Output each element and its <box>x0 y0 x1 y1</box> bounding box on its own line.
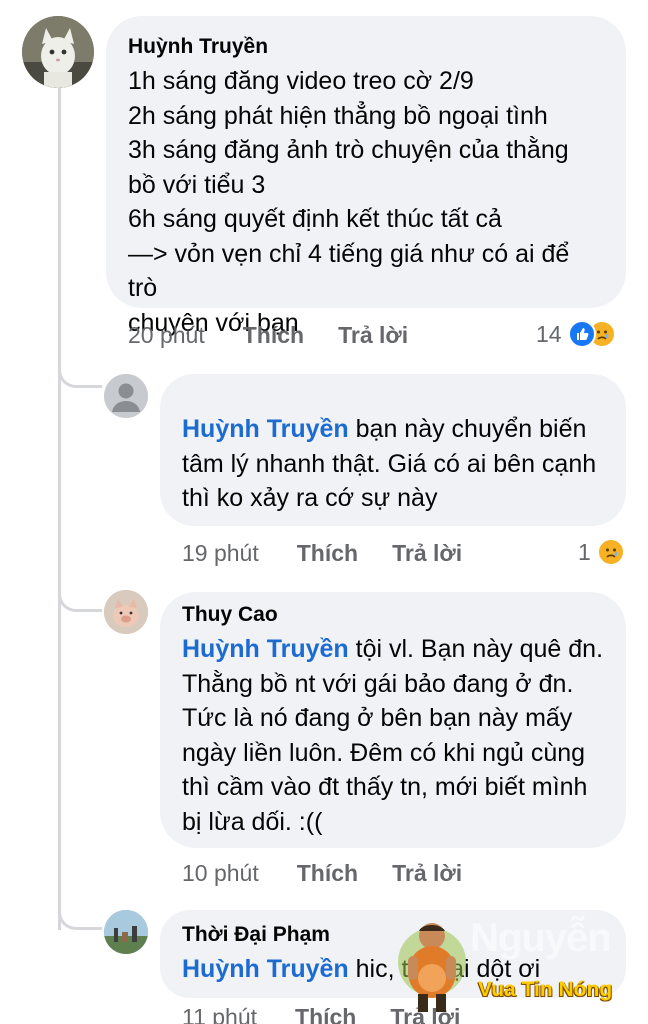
avatar[interactable] <box>104 590 148 634</box>
thread-line <box>58 88 61 930</box>
timestamp[interactable]: 10 phút <box>182 860 259 887</box>
timestamp[interactable]: 11 phút <box>182 1004 257 1024</box>
comment-actions: 10 phút Thích Trả lời <box>182 860 462 887</box>
reply-button[interactable]: Trả lời <box>392 860 462 887</box>
comment-line: 6h sáng quyết định kết thúc tất cả <box>128 205 502 233</box>
avatar[interactable] <box>104 910 148 954</box>
like-button[interactable]: Thích <box>297 540 358 567</box>
comment-line: 2h sáng phát hiện thẳng bồ ngoại tình <box>128 101 548 130</box>
comment-line: 3h sáng đăng ảnh trò chuyện của thằng <box>128 136 569 164</box>
comment-line: Huỳnh Truyền bạn này chuyển biến <box>182 412 604 447</box>
mention-link[interactable]: Huỳnh Truyền <box>182 415 349 443</box>
sad-reaction-icon <box>596 538 625 566</box>
comment-bubble: Huỳnh Truyền bạn này chuyển biến tâm lý … <box>160 374 626 526</box>
comment-author[interactable]: Thuy Cao <box>182 598 604 632</box>
like-reaction-icon <box>567 320 596 348</box>
landscape-avatar-icon <box>104 910 148 954</box>
reply-button[interactable]: Trả lời <box>392 540 462 567</box>
comment-line: thì cầm vào đt thấy tn, mới biết mình <box>182 773 588 801</box>
like-button[interactable]: Thích <box>243 322 304 349</box>
thread-elbow <box>58 366 102 388</box>
timestamp[interactable]: 19 phút <box>182 540 259 567</box>
reply-button[interactable]: Trả lời <box>338 322 408 349</box>
thread-elbow <box>58 908 102 930</box>
comment-line-rest: tội vl. Bạn này quê đn. <box>348 635 604 663</box>
cat-avatar-icon <box>22 16 94 88</box>
reaction-count: 14 <box>536 320 562 347</box>
comment-line: bị lừa dối. :(( <box>182 807 323 836</box>
reaction-count: 1 <box>578 538 591 565</box>
comment-actions: 19 phút Thích Trả lời <box>182 540 462 567</box>
comment-text: Huỳnh Truyền tội vl. Bạn này quê đn. Thằ… <box>182 632 604 839</box>
comment-line: ngày liền luôn. Đêm có khi ngủ cùng <box>182 738 586 767</box>
comment-line: Huỳnh Truyền tội vl. Bạn này quê đn. <box>182 632 604 667</box>
pig-avatar-icon <box>104 590 148 634</box>
comment-line: Thằng bồ nt với gái bảo đang ở đn. <box>182 669 574 698</box>
avatar[interactable] <box>22 16 94 88</box>
default-user-icon <box>104 374 148 418</box>
mascot-icon <box>398 923 466 1012</box>
comment-bubble: Huỳnh Truyền 1h sáng đăng video treo cờ … <box>106 16 626 337</box>
mention-link[interactable]: Huỳnh Truyền <box>182 955 349 983</box>
comment-thread: Huỳnh Truyền 1h sáng đăng video treo cờ … <box>0 0 648 1024</box>
mention-link[interactable]: Huỳnh Truyền <box>182 635 349 663</box>
comment-line: 1h sáng đăng video treo cờ 2/9 <box>128 67 474 95</box>
watermark-text: Vua Tin Nóng <box>478 978 613 1001</box>
comment-line: —> vỏn vẹn chỉ 4 tiếng giá như có ai để … <box>128 239 570 303</box>
reaction-summary[interactable]: 14 <box>536 320 616 348</box>
reaction-summary[interactable]: 1 <box>578 538 625 566</box>
like-button[interactable]: Thích <box>297 860 358 887</box>
comment-text: 1h sáng đăng video treo cờ 2/9 2h sáng p… <box>128 64 604 340</box>
watermark-name: Nguyễn <box>470 916 612 960</box>
comment-line: thì ko xảy ra cớ sự này <box>182 484 438 512</box>
comment-author[interactable]: Huỳnh Truyền <box>128 30 604 64</box>
like-button[interactable]: Thích <box>295 1004 356 1024</box>
comment-line-rest: bạn này chuyển biến <box>348 415 587 443</box>
watermark: Nguyễn Vua Tin Nóng <box>392 912 642 1024</box>
comment-line: tâm lý nhanh thật. Giá có ai bên cạnh <box>182 449 597 478</box>
comment-line: Tức là nó đang ở bên bạn này mấy <box>182 704 573 732</box>
comment-actions: 20 phút Thích Trả lời <box>128 322 408 349</box>
comment-text: Huỳnh Truyền bạn này chuyển biến tâm lý … <box>182 412 604 516</box>
comment-line: bồ với tiểu 3 <box>128 170 266 199</box>
timestamp[interactable]: 20 phút <box>128 322 205 349</box>
avatar[interactable] <box>104 374 148 418</box>
thread-elbow <box>58 590 102 612</box>
comment-bubble: Thuy Cao Huỳnh Truyền tội vl. Bạn này qu… <box>160 592 626 848</box>
